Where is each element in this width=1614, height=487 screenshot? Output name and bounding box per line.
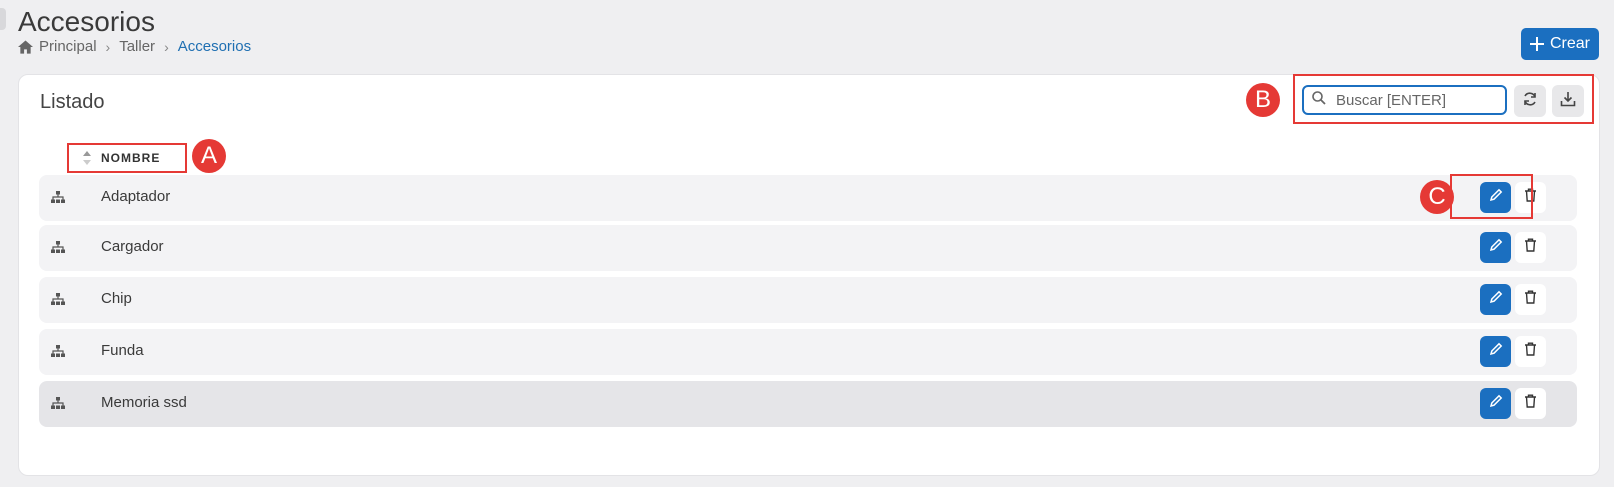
- breadcrumb-separator: ›: [105, 38, 111, 55]
- plus-icon: [1529, 37, 1544, 51]
- table-row[interactable]: Cargador: [39, 225, 1577, 271]
- sitemap-icon: [51, 344, 65, 362]
- breadcrumb-separator: ›: [164, 38, 169, 55]
- annotation-marker-c: C: [1420, 180, 1454, 214]
- row-label: Cargador: [101, 238, 164, 255]
- annotation-marker-b: B: [1246, 83, 1280, 117]
- create-button-label: Crear: [1549, 35, 1590, 52]
- pencil-icon: [1489, 290, 1503, 309]
- download-button[interactable]: [1552, 85, 1584, 117]
- delete-button[interactable]: [1515, 284, 1546, 315]
- table-row[interactable]: Funda: [39, 329, 1577, 375]
- row-label: Adaptador: [101, 188, 171, 205]
- list-card: Listado B NOMBRE A Adaptador C: [18, 74, 1600, 476]
- sitemap-icon: [51, 396, 65, 414]
- edit-button[interactable]: [1480, 336, 1511, 367]
- delete-button[interactable]: [1515, 336, 1546, 367]
- refresh-icon: [1522, 91, 1538, 112]
- table-row[interactable]: Chip: [39, 277, 1577, 323]
- row-label: Funda: [101, 342, 144, 359]
- row-actions-highlight: [1450, 174, 1533, 219]
- edit-button[interactable]: [1480, 284, 1511, 315]
- edit-button[interactable]: [1480, 232, 1511, 263]
- table-row[interactable]: Memoria ssd: [39, 381, 1577, 427]
- sidebar-toggle-stub[interactable]: [0, 8, 6, 30]
- create-button[interactable]: Crear: [1521, 28, 1599, 60]
- search-input[interactable]: [1334, 90, 1488, 110]
- delete-button[interactable]: [1515, 232, 1546, 263]
- sitemap-icon: [51, 190, 65, 208]
- edit-button[interactable]: [1480, 388, 1511, 419]
- table-row[interactable]: Adaptador C: [39, 175, 1577, 221]
- column-header-label: NOMBRE: [101, 151, 161, 165]
- refresh-button[interactable]: [1514, 85, 1546, 117]
- sitemap-icon: [51, 292, 65, 310]
- trash-icon: [1524, 238, 1537, 257]
- card-title: Listado: [40, 91, 105, 113]
- trash-icon: [1524, 342, 1537, 361]
- search-icon: [1312, 90, 1326, 110]
- download-icon: [1560, 91, 1576, 112]
- breadcrumb-item-principal[interactable]: Principal: [39, 38, 97, 55]
- trash-icon: [1524, 394, 1537, 413]
- breadcrumb: Principal › Taller › Accesorios: [18, 38, 251, 55]
- row-label: Chip: [101, 290, 132, 307]
- column-header-nombre[interactable]: NOMBRE: [67, 143, 187, 173]
- annotation-marker-a: A: [192, 139, 226, 173]
- page-title: Accesorios: [18, 6, 155, 37]
- breadcrumb-item-accesorios[interactable]: Accesorios: [178, 38, 251, 55]
- sitemap-icon: [51, 240, 65, 258]
- breadcrumb-item-taller[interactable]: Taller: [119, 38, 155, 55]
- search-field[interactable]: [1302, 85, 1507, 115]
- pencil-icon: [1489, 394, 1503, 413]
- trash-icon: [1524, 290, 1537, 309]
- delete-button[interactable]: [1515, 388, 1546, 419]
- sort-icon: [83, 151, 91, 165]
- pencil-icon: [1489, 342, 1503, 361]
- home-icon[interactable]: [18, 39, 33, 54]
- pencil-icon: [1489, 238, 1503, 257]
- row-label: Memoria ssd: [101, 394, 187, 411]
